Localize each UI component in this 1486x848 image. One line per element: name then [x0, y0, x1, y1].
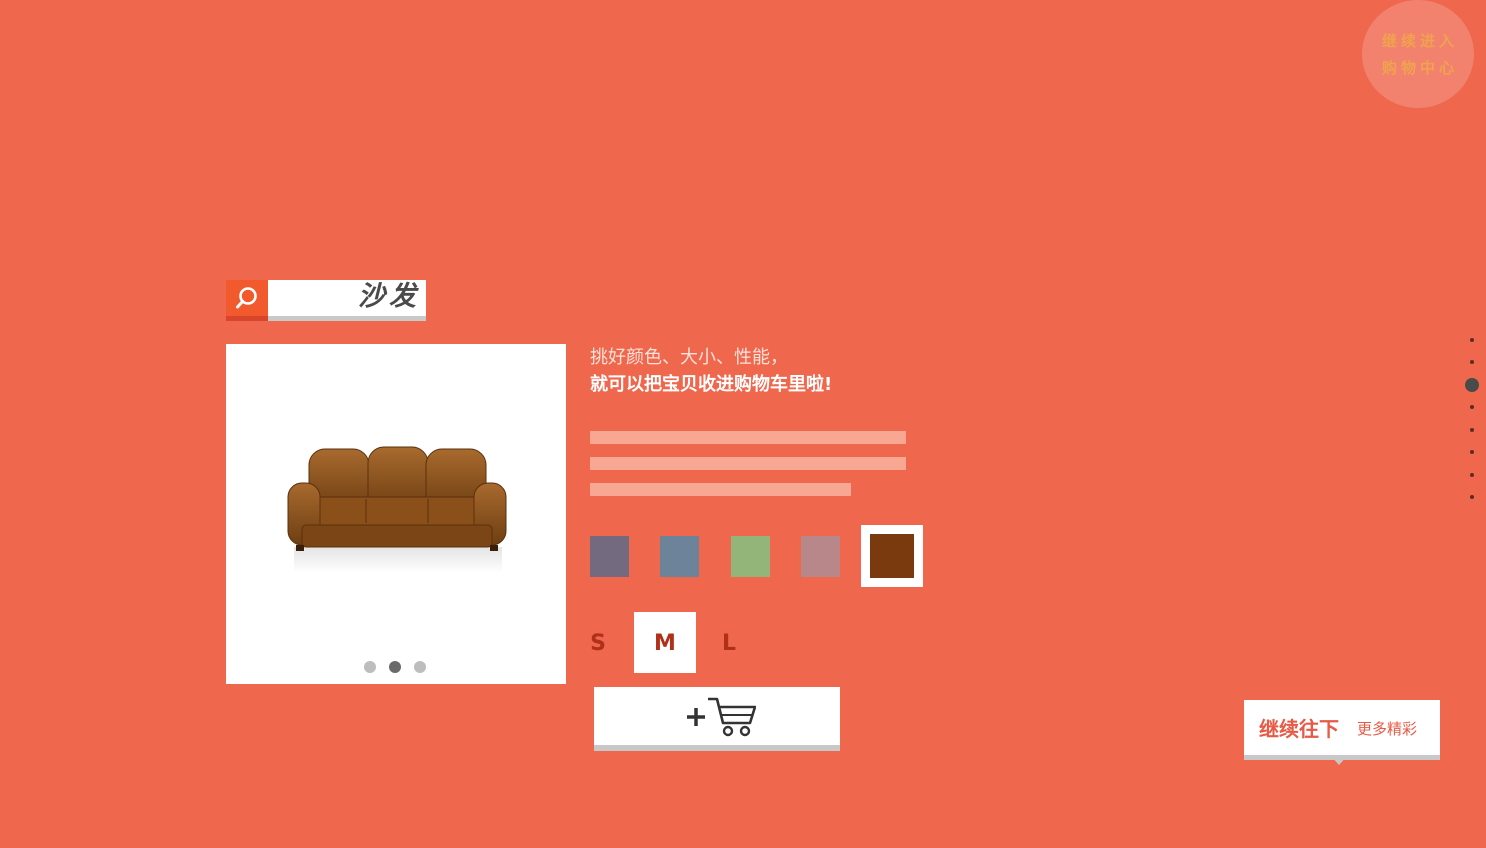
carousel-dots [364, 658, 439, 673]
down-pointer-icon [1330, 755, 1348, 765]
size-option-s[interactable]: S [586, 612, 610, 673]
side-page-nav [1464, 332, 1480, 504]
shopping-center-badge[interactable]: 继续进入 购物中心 [1362, 0, 1474, 108]
add-to-cart-button[interactable] [594, 687, 840, 751]
add-to-cart-icon [687, 697, 756, 737]
size-option-l[interactable]: L [716, 612, 742, 673]
color-swatch-5-fill [870, 534, 914, 578]
sofa-image [287, 446, 507, 573]
product-card[interactable] [226, 344, 566, 684]
placeholder-bar-1 [590, 431, 906, 444]
badge-line-1: 继续进入 [1382, 32, 1459, 50]
carousel-dot-2[interactable] [389, 661, 401, 673]
placeholder-bar-3 [590, 483, 851, 496]
size-option-m[interactable]: M [634, 612, 696, 673]
side-nav-dot-4[interactable] [1470, 405, 1474, 409]
search-icon [236, 287, 257, 309]
carousel-dot-3[interactable] [414, 661, 426, 673]
side-nav-dot-7[interactable] [1470, 473, 1474, 477]
continue-down-button[interactable]: 继续往下 更多精彩 [1244, 700, 1440, 765]
side-nav-dot-2[interactable] [1470, 360, 1474, 364]
search-button[interactable] [226, 280, 268, 321]
continue-main-label: 继续往下 [1259, 717, 1339, 741]
side-nav-dot-5[interactable] [1470, 428, 1474, 432]
continue-sub-label: 更多精彩 [1357, 720, 1418, 738]
side-nav-dot-8[interactable] [1470, 495, 1474, 499]
color-swatch-3[interactable] [731, 536, 770, 577]
badge-line-2: 购物中心 [1382, 59, 1459, 77]
color-swatch-5[interactable] [861, 525, 923, 587]
side-nav-dot-6[interactable] [1470, 450, 1474, 454]
color-swatch-4[interactable] [801, 536, 840, 577]
color-swatch-1[interactable] [590, 536, 629, 577]
color-swatch-2[interactable] [660, 536, 699, 577]
search-box[interactable]: 沙发 [226, 280, 426, 321]
side-nav-dot-1[interactable] [1470, 338, 1474, 342]
placeholder-bar-2 [590, 457, 906, 470]
description-line-1: 挑好颜色、大小、性能， [590, 347, 788, 368]
side-nav-dot-3[interactable] [1465, 378, 1479, 392]
search-input[interactable]: 沙发 [268, 280, 426, 321]
description-line-2: 就可以把宝贝收进购物车里啦! [590, 374, 833, 395]
carousel-dot-1[interactable] [364, 661, 376, 673]
